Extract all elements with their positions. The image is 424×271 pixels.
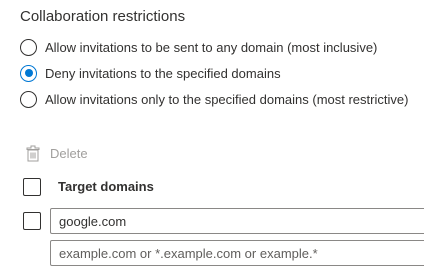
radio-label: Allow invitations only to the specified … <box>45 91 409 107</box>
radio-allow-only-specified-domains[interactable]: Allow invitations only to the specified … <box>20 89 408 109</box>
radio-label: Allow invitations to be sent to any doma… <box>45 39 378 55</box>
new-domain-input[interactable] <box>50 240 424 266</box>
collaboration-restrictions-panel: Collaboration restrictions Allow invitat… <box>0 0 424 271</box>
trash-icon <box>26 145 40 162</box>
domain-input[interactable] <box>50 208 424 234</box>
select-all-checkbox[interactable] <box>23 178 41 196</box>
target-domains-column-header: Target domains <box>58 179 154 194</box>
section-title: Collaboration restrictions <box>20 8 186 25</box>
radio-allow-any-domain[interactable]: Allow invitations to be sent to any doma… <box>20 37 377 57</box>
delete-button-label: Delete <box>50 145 88 161</box>
radio-button-unchecked[interactable] <box>20 38 37 56</box>
radio-label: Deny invitations to the specified domain… <box>45 65 281 81</box>
row-checkbox[interactable] <box>23 212 41 230</box>
radio-deny-specified-domains[interactable]: Deny invitations to the specified domain… <box>20 63 281 83</box>
radio-button-unchecked[interactable] <box>20 90 37 108</box>
delete-button[interactable]: Delete <box>26 143 88 163</box>
radio-button-checked[interactable] <box>20 64 37 82</box>
